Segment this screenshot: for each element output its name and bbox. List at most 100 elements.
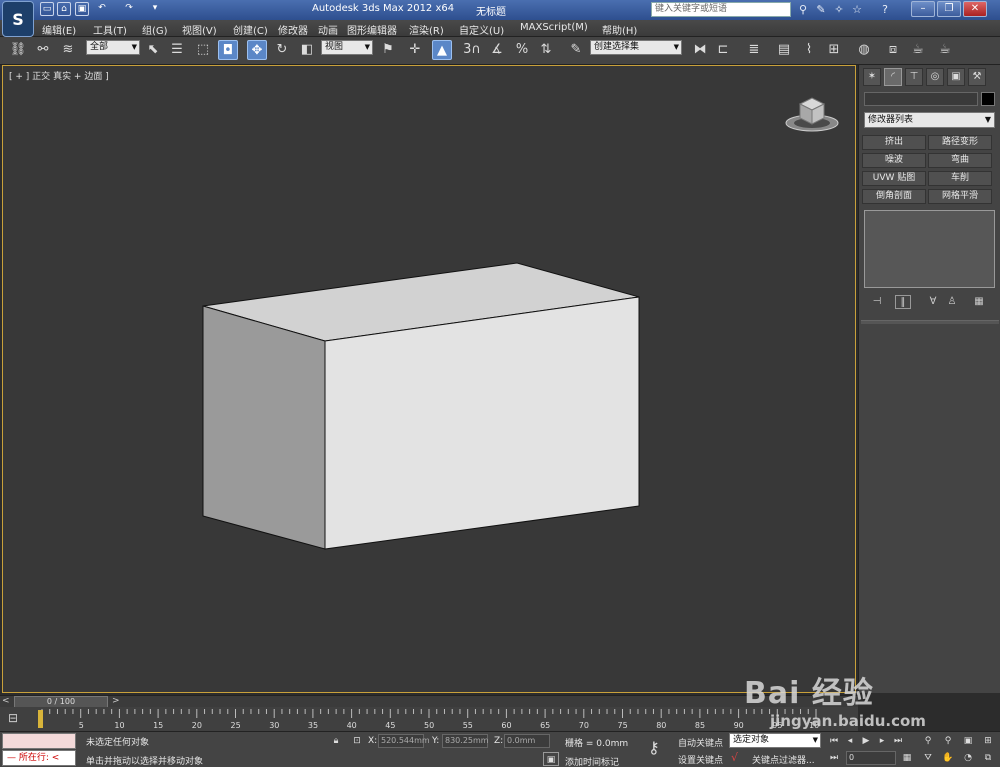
pin-stack-icon[interactable]: ⊣: [869, 295, 885, 309]
selection-filter-dropdown[interactable]: 全部 ▼: [86, 40, 140, 55]
utilities-tab-icon[interactable]: ⚒: [968, 68, 986, 86]
make-unique-icon[interactable]: ∀: [925, 295, 941, 309]
orbit-icon[interactable]: ◔: [960, 751, 976, 765]
object-name-input[interactable]: [864, 92, 978, 106]
lathe-button[interactable]: 车削: [928, 171, 992, 186]
close-button[interactable]: ✕: [963, 1, 987, 17]
play-icon[interactable]: ▶: [858, 734, 874, 748]
binoculars-icon[interactable]: ⚲: [795, 2, 811, 17]
maxscript-listener-input[interactable]: [2, 733, 76, 749]
render-setup-icon[interactable]: ⧈: [883, 40, 903, 60]
meshsmooth-button[interactable]: 网格平滑: [928, 189, 992, 204]
display-tab-icon[interactable]: ▣: [947, 68, 965, 86]
app-logo-button[interactable]: S: [2, 1, 34, 37]
viewcube-icon[interactable]: [784, 94, 840, 134]
hierarchy-tab-icon[interactable]: ⊤: [905, 68, 923, 86]
keyboard-shortcut-override-icon[interactable]: ▲: [432, 40, 452, 60]
extrude-button[interactable]: 挤出: [862, 135, 926, 150]
current-frame-marker[interactable]: [38, 710, 43, 728]
modifier-stack-list[interactable]: [864, 210, 995, 288]
bevel-profile-button[interactable]: 倒角剖面: [862, 189, 926, 204]
zoom-extents-all-icon[interactable]: ⊞: [980, 734, 996, 748]
selection-lock-icon[interactable]: 🔒︎: [328, 734, 344, 748]
named-selection-dropdown[interactable]: 创建选择集 ▼: [590, 40, 682, 55]
schematic-view-icon[interactable]: ⊞: [824, 40, 844, 60]
modify-tab-icon[interactable]: ◜: [884, 68, 902, 86]
zoom-all-icon[interactable]: ⚲: [940, 734, 956, 748]
rectangular-selection-icon[interactable]: ⬚: [193, 40, 213, 60]
select-and-link-icon[interactable]: ⛓: [8, 40, 28, 60]
menu-graph-editors[interactable]: 图形编辑器: [347, 22, 397, 37]
angle-snap-icon[interactable]: ∡: [487, 40, 507, 60]
configure-modifier-sets-icon[interactable]: ▦: [971, 295, 987, 309]
layer-manager-icon[interactable]: ≣: [744, 40, 764, 60]
motion-tab-icon[interactable]: ◎: [926, 68, 944, 86]
time-configuration-icon[interactable]: ▦: [899, 751, 915, 765]
key-icon[interactable]: ✧: [831, 2, 847, 17]
unlink-selection-icon[interactable]: ⚯: [33, 40, 53, 60]
reference-coordinate-dropdown[interactable]: 视图 ▼: [321, 40, 373, 55]
path-deform-button[interactable]: 路径变形: [928, 135, 992, 150]
go-to-start-icon[interactable]: ⏮: [826, 734, 842, 748]
set-key-icon[interactable]: ⚷: [648, 738, 660, 757]
remove-modifier-icon[interactable]: ♙: [944, 295, 960, 309]
absolute-mode-icon[interactable]: ⊡: [349, 734, 365, 748]
mirror-icon[interactable]: ⧓: [690, 40, 710, 60]
zoom-icon[interactable]: ⚲: [920, 734, 936, 748]
field-of-view-icon[interactable]: ⛛: [920, 751, 936, 765]
pivot-center-icon[interactable]: ⚑: [378, 40, 398, 60]
favorites-star-icon[interactable]: ☆: [849, 2, 865, 17]
select-object-icon[interactable]: ⬉: [143, 40, 163, 60]
key-selection-dropdown[interactable]: 选定对象 ▼: [729, 733, 821, 748]
redo-icon[interactable]: ↷: [122, 2, 136, 16]
set-key-button[interactable]: 设置关键点: [678, 753, 723, 766]
show-end-result-icon[interactable]: ∥: [895, 295, 911, 309]
mini-curve-editor-icon[interactable]: ⊟: [8, 711, 26, 727]
open-icon[interactable]: ⌂: [57, 2, 71, 16]
menu-create[interactable]: 创建(C): [233, 22, 268, 37]
auto-key-button[interactable]: 自动关键点: [678, 736, 723, 749]
menu-edit[interactable]: 编辑(E): [42, 22, 76, 37]
bind-to-space-warp-icon[interactable]: ≋: [58, 40, 78, 60]
curve-editor-icon[interactable]: ⌇: [799, 40, 819, 60]
graphite-tools-icon[interactable]: ▤: [774, 40, 794, 60]
key-mode-toggle-icon[interactable]: ⏭: [826, 751, 842, 765]
noise-button[interactable]: 噪波: [862, 153, 926, 168]
box-object[interactable]: [3, 66, 857, 694]
current-frame-field[interactable]: 0: [846, 751, 896, 765]
menu-animation[interactable]: 动画: [318, 22, 338, 37]
perspective-viewport[interactable]: [ + ] 正交 真实 + 边面 ] x y z: [2, 65, 857, 742]
maxscript-mini-listener[interactable]: — 所在行: <: [2, 750, 76, 766]
bend-button[interactable]: 弯曲: [928, 153, 992, 168]
save-icon[interactable]: ▣: [75, 2, 89, 16]
select-and-scale-icon[interactable]: ◧: [297, 40, 317, 60]
new-file-icon[interactable]: ▭: [40, 2, 54, 16]
add-time-tag-button[interactable]: 添加时间标记: [565, 755, 619, 767]
material-editor-icon[interactable]: ◍: [854, 40, 874, 60]
menu-group[interactable]: 组(G): [142, 22, 168, 37]
select-and-move-icon[interactable]: ✥: [247, 40, 267, 60]
next-frame-icon[interactable]: ▸: [874, 734, 890, 748]
percent-snap-icon[interactable]: %: [512, 40, 532, 60]
spinner-snap-icon[interactable]: ⇅: [536, 40, 556, 60]
render-production-icon[interactable]: ☕: [935, 40, 955, 60]
time-tag-icon[interactable]: ▣: [543, 752, 559, 766]
menu-views[interactable]: 视图(V): [182, 22, 217, 37]
menu-rendering[interactable]: 渲染(R): [409, 22, 444, 37]
go-to-end-icon[interactable]: ⏭: [890, 734, 906, 748]
menu-help[interactable]: 帮助(H): [602, 22, 637, 37]
edit-named-selection-icon[interactable]: ✎: [566, 40, 586, 60]
communication-icon[interactable]: ✎: [813, 2, 829, 17]
key-filters-button[interactable]: 关键点过滤器...: [752, 753, 815, 766]
create-tab-icon[interactable]: ✶: [863, 68, 881, 86]
minimize-button[interactable]: –: [911, 1, 935, 17]
z-coordinate-field[interactable]: 0.0mm: [504, 734, 550, 748]
search-input[interactable]: 键入关键字或短语: [651, 2, 791, 17]
modifier-list-dropdown[interactable]: 修改器列表 ▼: [864, 112, 995, 128]
align-icon[interactable]: ⊏: [713, 40, 733, 60]
pan-view-icon[interactable]: ✋: [940, 751, 956, 765]
y-coordinate-field[interactable]: 830.25mm: [442, 734, 489, 748]
rendered-frame-window-icon[interactable]: ☕: [908, 40, 928, 60]
slider-prev-arrow[interactable]: <: [2, 696, 10, 706]
menu-maxscript[interactable]: MAXScript(M): [520, 22, 588, 33]
